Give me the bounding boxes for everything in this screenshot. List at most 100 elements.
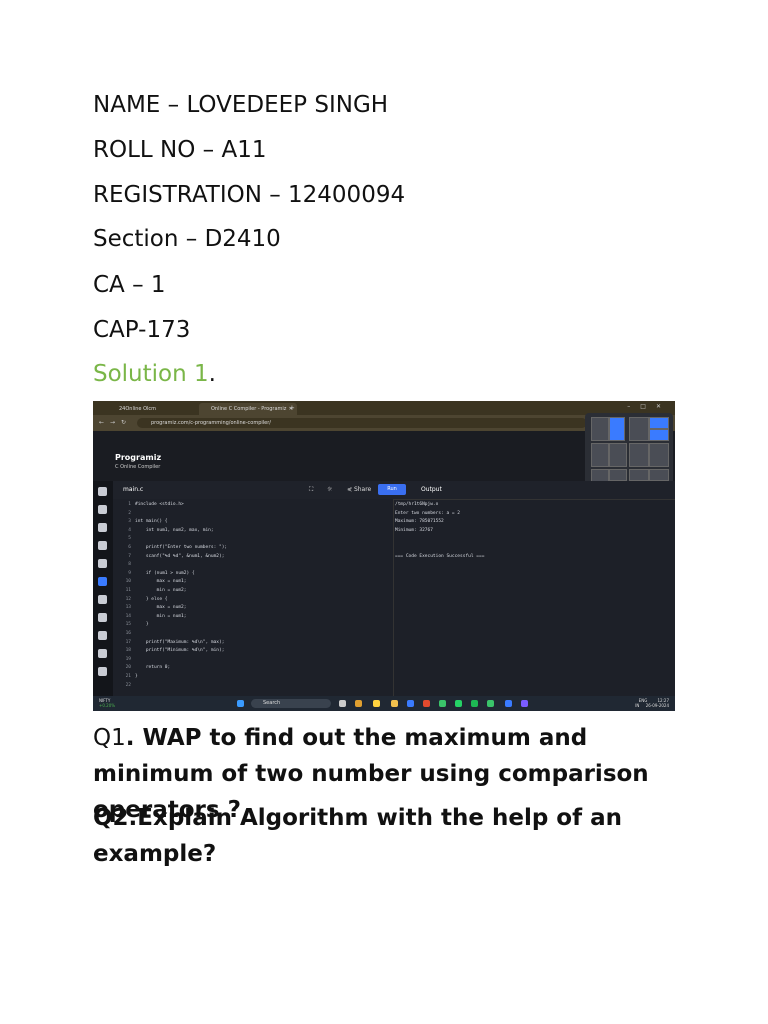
output-line: Maximum: 785071552 [395,519,444,525]
code-line: if (num1 > num2) { [135,570,195,576]
brand-logo: Programiz [115,453,162,462]
brand-subtitle: C Online Compiler [115,464,161,470]
question-1-prefix: Q1 [93,725,126,751]
line-number: 13 [125,605,131,611]
app3-icon [487,700,494,707]
run-button: Run [378,484,406,495]
mail-icon [407,700,414,707]
csharp-icon [98,613,107,622]
code-line: printf("Minimum: %d\n", min); [135,648,225,654]
output-line: === Code Execution Successful === [395,553,485,559]
share-button: ⋞ Share [347,486,372,493]
code-editor: 1 2 3 4 5 6 7 8 9 10 11 12 13 14 15 16 17 18 19 20 21 22 #inc… [113,499,393,696]
section: Section – D2410 [93,226,281,252]
pane-divider [393,499,394,696]
line-number: 9 [128,570,131,576]
line-number: 21 [125,674,131,679]
question-2-text: Q2.Explain Algorithm with the help of an… [93,805,623,867]
brave-icon [423,700,430,707]
windows-taskbar: NIFTY +0.20% Search ENG 12:27 IN 26-09-20… [93,696,675,711]
output-pane: /tmp/hr1t6Npjw.o Enter two numbers: a = 2… [395,499,675,696]
spotify-icon [471,700,478,707]
code-line: #include <stdio.h> [135,502,184,507]
output-line: Minimum: 32767 [395,527,433,533]
ticker-widget: NIFTY +0.20% [99,698,116,708]
code-line: min = num1; [135,613,187,619]
line-number: 20 [125,665,131,671]
line-number: 2 [128,510,131,516]
window-controls: –□✕ [627,403,671,410]
line-number: 8 [128,562,131,568]
code-line: int main() { [135,519,168,525]
sql-icon [98,523,107,532]
js-icon [98,631,107,640]
chrome-icon [373,700,380,707]
line-number: 18 [125,648,131,654]
file-tab: main.c [123,486,144,493]
cpp-icon [98,595,107,604]
code-line: } [135,674,138,679]
solution-period: . [208,361,216,387]
app4-icon [505,700,512,707]
line-number: 15 [125,622,131,628]
line-number: 12 [125,596,131,602]
line-number: 11 [125,588,131,593]
code-line: int num1, num2, max, min; [135,527,214,533]
registration-number: REGISTRATION – 12400094 [93,182,406,208]
system-tray: ENG 12:27 IN 26-09-2024 [635,698,669,708]
browser-tab-active: Online C Compiler - Programiz ✕ [199,403,297,415]
code-line: } else { [135,596,168,602]
java-icon [98,559,107,568]
line-number: 14 [125,613,131,619]
code-line: min = num2; [135,588,187,593]
line-number: 4 [128,527,131,533]
line-number: 22 [125,682,131,688]
solution-label: Solution 1 [93,361,209,387]
line-number: 1 [128,502,131,507]
php-icon [98,667,107,676]
editor-toolbar: main.c ⛶ ☼ ⋞ Share Run Output [113,481,675,500]
app2-icon [439,700,446,707]
app5-icon [521,700,528,707]
line-number: 16 [125,631,131,636]
code-line: printf("Maximum: %d\n", max); [135,639,225,645]
course-code: CAP-173 [93,317,191,343]
compiler-screenshot: 24Online Olcm✕ Online C Compiler - Progr… [93,401,675,711]
code-line: scanf("%d %d", &num1, &num2); [135,553,225,559]
whatsapp-icon [455,700,462,707]
line-number: 5 [128,536,131,542]
solution-heading: Solution 1. [93,360,216,388]
output-line: Enter two numbers: a = 2 [395,510,461,516]
line-number: 7 [128,553,131,559]
url-field: programiz.com/c-programming/online-compi… [137,418,587,428]
line-number: 3 [128,519,131,525]
fullscreen-icon: ⛶ [309,486,314,493]
question-2: Q2.Explain Algorithm with the help of an… [93,800,703,872]
student-name: NAME – LOVEDEEP SINGH [93,92,389,118]
roll-number: ROLL NO – A11 [93,137,267,163]
ca-label: CA – 1 [93,272,166,298]
code-line: max = num1; [135,579,187,585]
browser-tab: 24Online Olcm✕ [119,406,205,412]
taskview-icon [339,700,346,707]
html-icon [98,541,107,550]
line-number: 10 [125,579,131,585]
code-line: max = num2; [135,605,187,611]
line-number: 17 [125,639,131,645]
code-line: printf("Enter two numbers: "); [135,545,228,550]
code-line: } [135,622,149,628]
output-label: Output [421,486,442,493]
python-icon [98,487,107,496]
theme-icon: ☼ [327,486,333,493]
code-line: return 0; [135,665,171,671]
line-number: 19 [125,656,131,662]
taskbar-search: Search [251,699,331,708]
app-icon [355,700,362,707]
folder-icon [391,700,398,707]
r-icon [98,505,107,514]
language-sidebar [93,481,113,696]
start-icon [237,700,244,707]
c-icon [98,577,107,586]
line-number: 6 [128,545,131,550]
go-icon [98,649,107,658]
